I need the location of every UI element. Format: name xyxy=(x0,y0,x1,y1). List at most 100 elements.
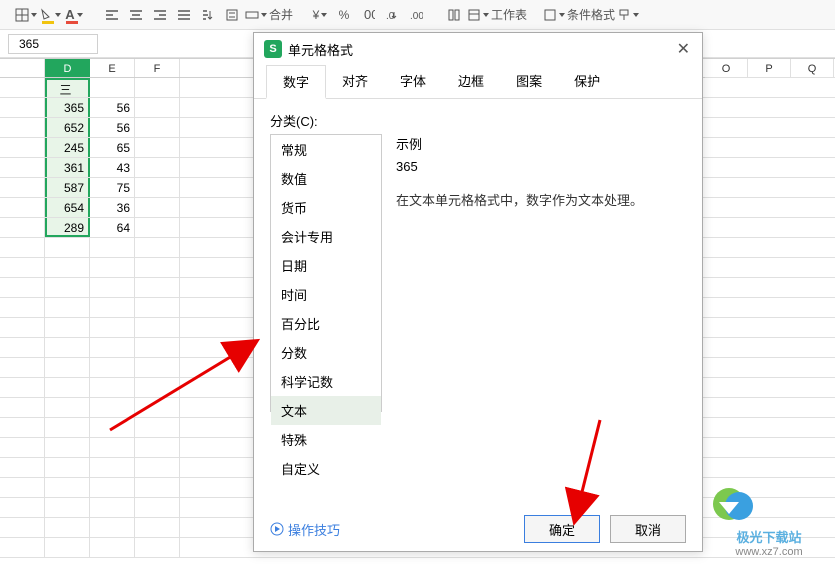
cell[interactable] xyxy=(45,518,90,537)
category-item[interactable]: 时间 xyxy=(271,280,381,309)
col-header-p[interactable]: P xyxy=(748,59,791,77)
category-item[interactable]: 自定义 xyxy=(271,454,381,483)
cell[interactable] xyxy=(135,238,180,257)
row-gutter[interactable] xyxy=(0,158,45,177)
cell[interactable] xyxy=(135,298,180,317)
dialog-tab-4[interactable]: 图案 xyxy=(500,65,558,98)
cell[interactable] xyxy=(135,158,180,177)
worksheet-dropdown[interactable] xyxy=(467,4,489,26)
cell[interactable]: 654 xyxy=(45,198,90,217)
row-gutter[interactable] xyxy=(0,258,45,277)
cell[interactable] xyxy=(90,78,135,97)
percent-icon[interactable]: % xyxy=(333,4,355,26)
cell[interactable] xyxy=(45,438,90,457)
cell[interactable] xyxy=(135,118,180,137)
cell[interactable] xyxy=(135,138,180,157)
cell[interactable] xyxy=(45,538,90,557)
format-painter-icon[interactable] xyxy=(617,4,639,26)
dialog-tab-2[interactable]: 字体 xyxy=(384,65,442,98)
cell[interactable] xyxy=(45,298,90,317)
rows-cols-icon[interactable] xyxy=(443,4,465,26)
cell[interactable]: 56 xyxy=(90,98,135,117)
category-listbox[interactable]: 常规数值货币会计专用日期时间百分比分数科学记数文本特殊自定义 xyxy=(270,134,382,412)
cell[interactable] xyxy=(135,258,180,277)
row-gutter[interactable] xyxy=(0,198,45,217)
cell[interactable] xyxy=(135,338,180,357)
row-gutter[interactable] xyxy=(0,218,45,237)
cell[interactable] xyxy=(90,478,135,497)
cell[interactable]: 64 xyxy=(90,218,135,237)
cell[interactable] xyxy=(135,98,180,117)
cell[interactable]: 36 xyxy=(90,198,135,217)
category-item[interactable]: 常规 xyxy=(271,135,381,164)
cell[interactable]: 43 xyxy=(90,158,135,177)
cell[interactable]: 三 xyxy=(45,78,90,97)
cell[interactable] xyxy=(135,178,180,197)
font-color-dropdown[interactable]: A xyxy=(63,4,85,26)
dialog-tab-5[interactable]: 保护 xyxy=(558,65,616,98)
cell[interactable] xyxy=(90,318,135,337)
cell[interactable] xyxy=(135,358,180,377)
dialog-tab-1[interactable]: 对齐 xyxy=(326,65,384,98)
cell[interactable] xyxy=(90,538,135,557)
dialog-tab-0[interactable]: 数字 xyxy=(266,65,326,99)
cell[interactable] xyxy=(135,398,180,417)
formula-value[interactable]: 365 xyxy=(8,34,98,54)
align-left-icon[interactable] xyxy=(101,4,123,26)
row-gutter[interactable] xyxy=(0,498,45,517)
cell[interactable] xyxy=(90,438,135,457)
cell[interactable] xyxy=(90,278,135,297)
col-header[interactable] xyxy=(0,59,45,77)
border-dropdown[interactable] xyxy=(15,4,37,26)
cell[interactable] xyxy=(45,498,90,517)
col-header-q[interactable]: Q xyxy=(791,59,834,77)
cell[interactable]: 75 xyxy=(90,178,135,197)
row-gutter[interactable] xyxy=(0,238,45,257)
cell[interactable] xyxy=(90,458,135,477)
row-gutter[interactable] xyxy=(0,438,45,457)
row-gutter[interactable] xyxy=(0,338,45,357)
cell[interactable]: 652 xyxy=(45,118,90,137)
cell[interactable] xyxy=(135,518,180,537)
cell[interactable] xyxy=(90,338,135,357)
cell[interactable] xyxy=(135,418,180,437)
ok-button[interactable]: 确定 xyxy=(524,515,600,543)
decrease-decimal-icon[interactable]: .0 xyxy=(381,4,403,26)
cell[interactable] xyxy=(45,278,90,297)
cell[interactable] xyxy=(45,318,90,337)
conditional-dropdown[interactable] xyxy=(543,4,565,26)
orientation-icon[interactable] xyxy=(197,4,219,26)
row-gutter[interactable] xyxy=(0,478,45,497)
cell[interactable] xyxy=(45,458,90,477)
category-item[interactable]: 文本 xyxy=(271,396,381,425)
cell[interactable] xyxy=(135,198,180,217)
cell[interactable] xyxy=(90,238,135,257)
tips-link[interactable]: 操作技巧 xyxy=(270,520,340,539)
cell[interactable] xyxy=(135,278,180,297)
row-gutter[interactable] xyxy=(0,278,45,297)
cell[interactable] xyxy=(45,378,90,397)
cell[interactable] xyxy=(135,318,180,337)
cell[interactable]: 245 xyxy=(45,138,90,157)
cell[interactable] xyxy=(45,398,90,417)
row-gutter[interactable] xyxy=(0,318,45,337)
row-gutter[interactable] xyxy=(0,358,45,377)
wrap-text-icon[interactable] xyxy=(221,4,243,26)
cell[interactable] xyxy=(135,438,180,457)
align-center-icon[interactable] xyxy=(125,4,147,26)
cell[interactable]: 65 xyxy=(90,138,135,157)
cell[interactable] xyxy=(135,78,180,97)
merge-dropdown[interactable] xyxy=(245,4,267,26)
align-justify-icon[interactable] xyxy=(173,4,195,26)
fill-color-dropdown[interactable] xyxy=(39,4,61,26)
row-gutter[interactable] xyxy=(0,398,45,417)
cell[interactable] xyxy=(135,378,180,397)
cell[interactable] xyxy=(90,358,135,377)
col-header-f[interactable]: F xyxy=(135,59,180,77)
cell[interactable] xyxy=(90,418,135,437)
category-item[interactable]: 特殊 xyxy=(271,425,381,454)
cell[interactable] xyxy=(45,338,90,357)
cell[interactable] xyxy=(90,498,135,517)
col-header-e[interactable]: E xyxy=(90,59,135,77)
cell[interactable] xyxy=(45,358,90,377)
